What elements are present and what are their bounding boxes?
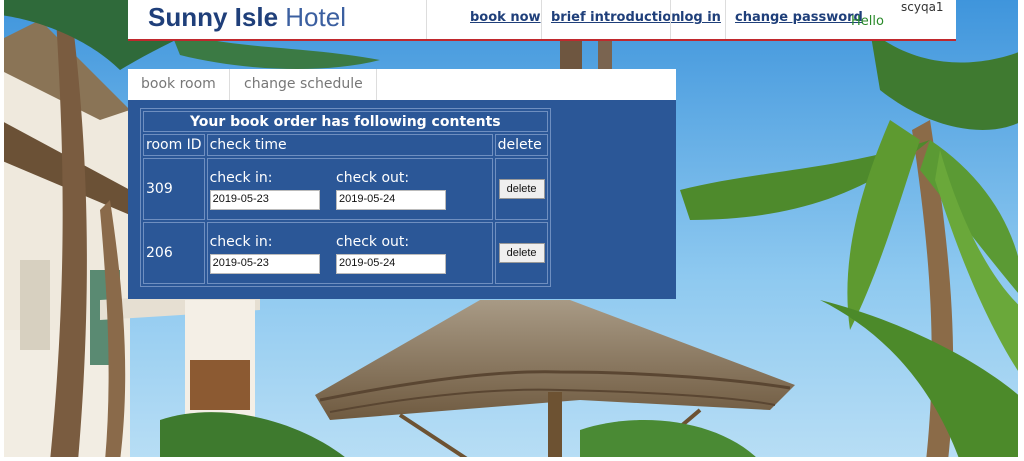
brand-suffix: Hotel — [285, 2, 346, 32]
check-out-label: check out: — [336, 234, 410, 250]
tab-book-room[interactable]: book room — [128, 69, 230, 100]
column-header-room-id: room ID — [143, 134, 205, 156]
greeting-text: Hello — [851, 14, 884, 29]
check-out-input[interactable]: 2019-05-24 — [336, 190, 447, 210]
check-time-cell: check in: 2019-05-23 check out: 2019-05-… — [206, 158, 493, 220]
username-text: scyqa1 — [901, 0, 944, 14]
room-id-cell: 206 — [143, 222, 205, 284]
delete-cell: delete — [494, 158, 548, 220]
page-frame-left — [0, 0, 4, 461]
nav-book-now-link[interactable]: book now — [470, 10, 541, 25]
nav-brief-introduction-link[interactable]: brief introduction — [551, 10, 681, 25]
check-out-group: check out: 2019-05-24 — [336, 168, 458, 210]
book-order-table: Your book order has following contents r… — [140, 108, 551, 287]
brand-name: Sunny Isle — [148, 2, 279, 32]
check-in-group: check in: 2019-05-23 — [209, 168, 332, 210]
nav-change-password-link[interactable]: change password — [735, 10, 863, 25]
nav-divider — [541, 0, 542, 39]
nav-log-in-link[interactable]: log in — [680, 10, 721, 25]
nav-divider — [725, 0, 726, 39]
table-row: 309 check in: 2019-05-23 check out: 2019… — [143, 158, 548, 220]
book-order-panel: Your book order has following contents r… — [128, 100, 676, 299]
check-in-input[interactable]: 2019-05-23 — [209, 254, 320, 274]
check-in-label: check in: — [209, 234, 273, 250]
column-header-check-time: check time — [206, 134, 493, 156]
delete-cell: delete — [494, 222, 548, 284]
delete-button[interactable]: delete — [498, 243, 545, 263]
check-in-group: check in: 2019-05-23 — [209, 232, 332, 274]
site-header: Sunny Isle Hotel book now brief introduc… — [128, 0, 956, 41]
check-time-cell: check in: 2019-05-23 check out: 2019-05-… — [206, 222, 493, 284]
site-logo[interactable]: Sunny Isle Hotel — [148, 2, 346, 33]
nav-divider — [670, 0, 671, 39]
check-in-label: check in: — [209, 170, 273, 186]
table-row: 206 check in: 2019-05-23 check out: 2019… — [143, 222, 548, 284]
check-out-label: check out: — [336, 170, 410, 186]
check-in-input[interactable]: 2019-05-23 — [209, 190, 320, 210]
page-frame-bottom — [0, 457, 1024, 461]
page-frame-right — [1018, 0, 1024, 461]
nav-divider — [426, 0, 427, 39]
tab-bar: book room change schedule — [128, 69, 676, 100]
delete-button[interactable]: delete — [498, 179, 545, 199]
column-header-delete: delete — [494, 134, 548, 156]
check-out-input[interactable]: 2019-05-24 — [336, 254, 447, 274]
check-out-group: check out: 2019-05-24 — [336, 232, 458, 274]
table-caption: Your book order has following contents — [143, 111, 548, 132]
room-id-cell: 309 — [143, 158, 205, 220]
tab-change-schedule[interactable]: change schedule — [231, 69, 377, 100]
